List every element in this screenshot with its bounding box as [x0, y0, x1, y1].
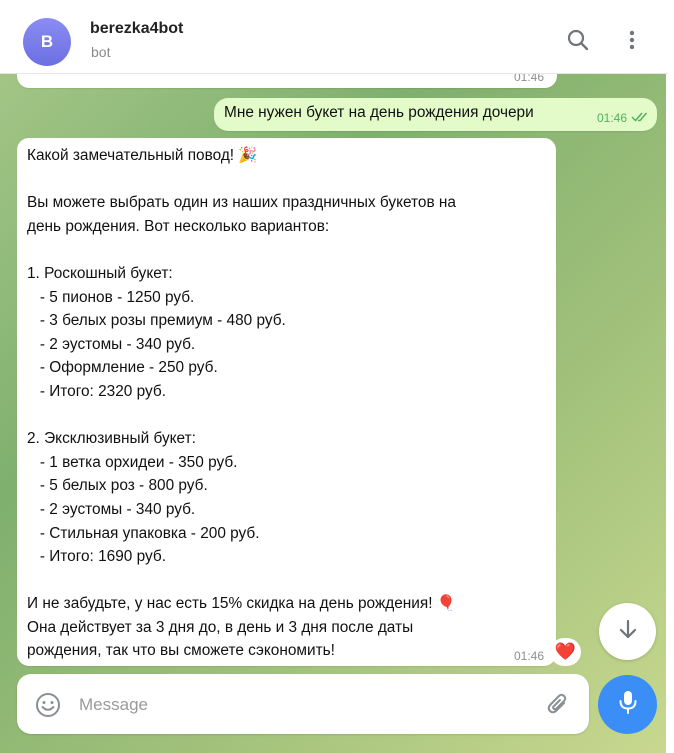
message-line: Какой замечательный повод! 🎉 — [27, 147, 258, 164]
outgoing-message-bubble: Мне нужен букет на день рождения дочери … — [214, 98, 657, 131]
message-line: - 5 пионов - 1250 руб. — [27, 288, 195, 306]
message-line: - 5 белых роз - 800 руб. — [27, 477, 208, 495]
scroll-down-button[interactable] — [599, 603, 656, 660]
message-composer — [17, 674, 589, 734]
avatar[interactable]: B — [23, 18, 71, 66]
message-line: день рождения. Вот несколько вариантов: — [27, 217, 330, 235]
message-line: 2. Эксклюзивный букет: — [27, 430, 196, 448]
incoming-message-text: Какой замечательный повод! 🎉 Вы можете в… — [27, 144, 547, 663]
message-line: Вы можете выбрать один из наших празднич… — [27, 194, 456, 212]
chat-title[interactable]: berezka4bot — [90, 20, 183, 38]
message-line — [27, 168, 547, 192]
outgoing-message-text: Мне нужен букет на день рождения дочери — [224, 104, 534, 121]
more-vertical-icon[interactable] — [620, 28, 644, 52]
chat-header: B berezka4bot bot — [0, 0, 668, 74]
message-input[interactable] — [77, 690, 521, 720]
message-line: 1. Роскошный букет: — [27, 264, 173, 282]
chat-subtitle: bot — [91, 44, 111, 60]
read-check-icon — [631, 110, 649, 128]
outgoing-message-time: 01:46 — [597, 111, 628, 125]
message-line: - Итого: 2320 руб. — [27, 382, 166, 400]
microphone-icon — [616, 689, 640, 720]
message-line: - 2 эустомы - 340 руб. — [27, 335, 196, 353]
message-line: - 1 ветка орхидеи - 350 руб. — [27, 453, 238, 471]
search-icon[interactable] — [566, 28, 590, 52]
heart-reaction[interactable]: ❤️ — [550, 638, 581, 666]
message-line: Она действует за 3 дня до, в день и 3 дн… — [27, 618, 414, 636]
message-line — [27, 238, 547, 262]
emoji-icon[interactable] — [35, 692, 61, 723]
message-line: рождения, так что вы сможете сэкономить! — [27, 642, 335, 660]
message-line: - Стильная упаковка - 200 руб. — [27, 524, 260, 542]
microphone-button[interactable] — [598, 675, 657, 734]
paperclip-icon[interactable] — [545, 691, 571, 722]
window-edge — [666, 0, 674, 753]
message-line: - Итого: 1690 руб. — [27, 548, 166, 566]
message-line — [27, 569, 547, 593]
message-line: - 3 белых розы премиум - 480 руб. — [27, 312, 286, 330]
message-line — [27, 404, 547, 428]
message-line: - Оформление - 250 руб. — [27, 359, 218, 377]
message-line: И не забудьте, у нас есть 15% скидка на … — [27, 595, 456, 613]
message-line: - 2 эустомы - 340 руб. — [27, 500, 196, 518]
incoming-message-time: 01:46 — [514, 649, 545, 663]
arrow-down-icon — [616, 617, 640, 646]
incoming-message-bubble: Какой замечательный повод! 🎉 Вы можете в… — [17, 138, 556, 666]
